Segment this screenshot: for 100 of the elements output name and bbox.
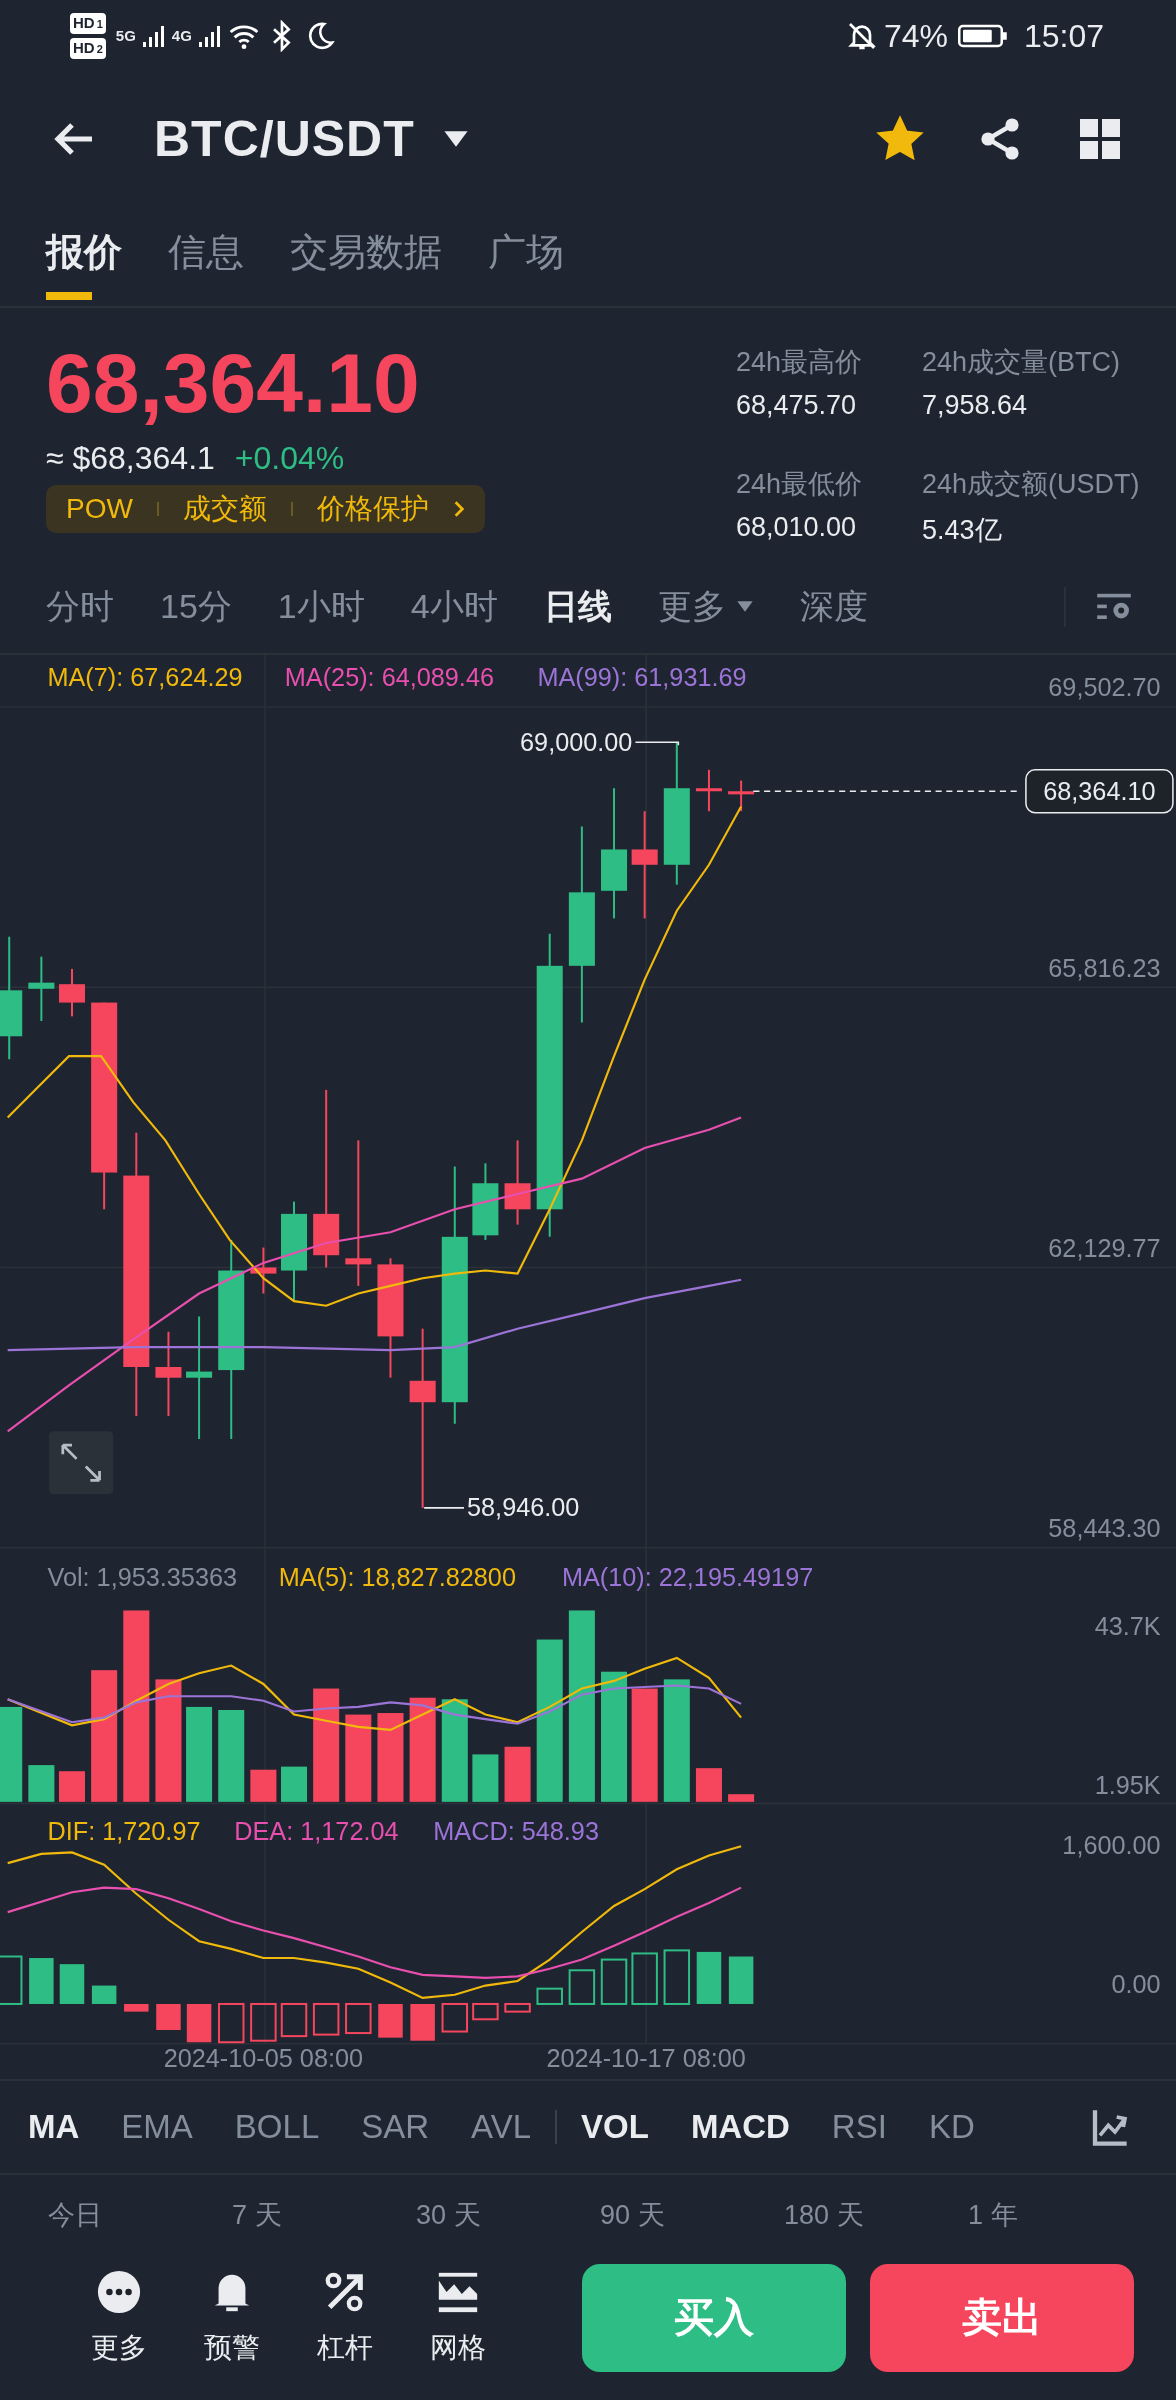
volume-bar: [695, 1768, 722, 1802]
candle: [59, 967, 85, 1018]
ma-legend: MA(99): 61,931.69: [537, 662, 747, 691]
fiat-price: ≈ $68,364.1: [46, 440, 215, 477]
macd-bar: [59, 1964, 85, 2004]
low-price-label: 58,946.00: [467, 1492, 580, 1521]
range-option[interactable]: 90 天: [600, 2197, 784, 2233]
expand-icon[interactable]: [49, 1431, 114, 1495]
price-axis-label: 69,502.70: [1048, 673, 1161, 702]
current-price: 68,364.10: [1043, 777, 1156, 806]
bell-off-icon: [845, 20, 878, 52]
indicator-tab[interactable]: SAR: [361, 2108, 430, 2146]
volume-legend: MA(10): 22,195.49197: [561, 1562, 814, 1591]
macd-bar: [472, 2002, 499, 2021]
range-option[interactable]: 7 天: [232, 2197, 416, 2233]
macd-bar: [250, 2002, 277, 2042]
action-button[interactable]: 网格: [401, 2268, 515, 2367]
tag-bar[interactable]: POW 成交额 价格保护: [46, 485, 485, 533]
star-icon[interactable]: [876, 114, 924, 163]
macd-bar: [441, 2002, 469, 2033]
indicator-tab[interactable]: AVL: [471, 2108, 532, 2146]
price-axis-label: 58,443.30: [1048, 1513, 1161, 1542]
ma-legend: MA(25): 64,089.46: [284, 662, 494, 691]
battery-level: 74%: [883, 17, 948, 55]
date-label: 2024-10-05 08:00: [163, 2043, 364, 2072]
volume-axis-label: 43.7K: [1094, 1611, 1161, 1640]
ma-legend: MA(7): 67,624.29: [47, 662, 243, 691]
network-type: 5G: [115, 27, 136, 44]
tab[interactable]: 交易数据: [290, 227, 442, 308]
indicator-tab[interactable]: MA: [28, 2108, 80, 2146]
macd-bar: [156, 2003, 181, 2030]
macd-legend: DIF: 1,720.97: [47, 1817, 201, 1846]
pair-title[interactable]: BTC/USDT: [154, 109, 415, 168]
stat-label: 24h最低价: [736, 467, 864, 501]
interval-tab[interactable]: 日线: [543, 583, 612, 630]
tag-label[interactable]: POW: [66, 493, 133, 525]
buy-button[interactable]: 买入: [582, 2263, 847, 2372]
caret-icon[interactable]: [442, 129, 469, 148]
range-option[interactable]: 180 天: [784, 2197, 968, 2233]
stat-label: 24h成交额(USDT): [922, 467, 1141, 501]
indicator-tab[interactable]: KD: [928, 2108, 975, 2146]
action-button[interactable]: 更多: [62, 2268, 176, 2367]
range-option[interactable]: 今日: [48, 2197, 232, 2233]
signal-icon: [197, 23, 222, 49]
interval-tab[interactable]: 15分: [160, 583, 232, 630]
tab[interactable]: 广场: [488, 227, 564, 308]
caret-icon: [735, 600, 754, 613]
leader-line: [423, 1507, 465, 1509]
signal-icon: [141, 23, 166, 49]
volume-bar: [472, 1754, 499, 1802]
indicator-tab[interactable]: BOLL: [234, 2108, 320, 2146]
volume-bar: [250, 1769, 277, 1802]
indicator-tab[interactable]: VOL: [581, 2108, 649, 2146]
macd-bar: [696, 1951, 722, 2004]
sell-button[interactable]: 卖出: [870, 2263, 1134, 2372]
macd-axis-label: 0.00: [1111, 1970, 1161, 1999]
macd-bar: [504, 2002, 531, 2013]
volume-legend: MA(5): 18,827.82800: [278, 1562, 516, 1591]
macd-bar: [280, 2002, 308, 2038]
tab[interactable]: 信息: [168, 227, 244, 308]
more-icon: [95, 2268, 142, 2315]
interval-tab[interactable]: 更多: [657, 583, 754, 630]
volume-bar: [59, 1771, 85, 1802]
interval-tab[interactable]: 深度: [799, 583, 868, 630]
macd-bar: [568, 1969, 596, 2005]
candle: [250, 1246, 277, 1295]
indicator-tab[interactable]: EMA: [121, 2108, 193, 2146]
leader-line: [634, 741, 680, 747]
candle: [728, 779, 755, 813]
macd-bar: [91, 1985, 117, 2004]
high-price-label: 69,000.00: [520, 728, 633, 757]
tag-label[interactable]: 成交额: [182, 490, 267, 528]
indicator-tab[interactable]: RSI: [831, 2108, 887, 2146]
price-change: +0.04%: [234, 440, 345, 477]
range-option[interactable]: 30 天: [416, 2197, 600, 2233]
price-axis-label: 65,816.23: [1048, 953, 1161, 982]
range-option[interactable]: 1 年: [968, 2197, 1152, 2233]
interval-tab[interactable]: 分时: [46, 583, 114, 630]
stat-label: 24h最高价: [736, 346, 864, 379]
stat-value: 68,475.70: [736, 390, 858, 421]
macd-bar: [631, 1952, 658, 2005]
action-button[interactable]: 预警: [175, 2268, 289, 2367]
volume-axis-label: 1.95K: [1094, 1771, 1161, 1800]
hd-badge: HD 1: [70, 13, 106, 34]
macd-bar: [29, 1958, 54, 2004]
candle: [28, 955, 55, 1022]
interval-tab[interactable]: 4小时: [410, 583, 498, 630]
volume-legend: Vol: 1,953.35363: [47, 1562, 238, 1591]
chevron-icon: [452, 500, 465, 518]
tag-label[interactable]: 价格保护: [316, 490, 429, 528]
stat-label: 24h成交量(BTC): [922, 346, 1122, 379]
stat-value: 7,958.64: [922, 390, 1029, 421]
chart-settings-icon[interactable]: [1096, 591, 1132, 622]
interval-tab[interactable]: 1小时: [277, 583, 365, 630]
volume-bar: [28, 1765, 55, 1802]
action-button[interactable]: 杠杆: [288, 2268, 402, 2367]
stat-value: 68,010.00: [736, 511, 858, 543]
last-price: 68,364.10: [46, 338, 421, 428]
battery-icon: [957, 23, 1008, 49]
indicator-tab[interactable]: MACD: [690, 2108, 790, 2146]
